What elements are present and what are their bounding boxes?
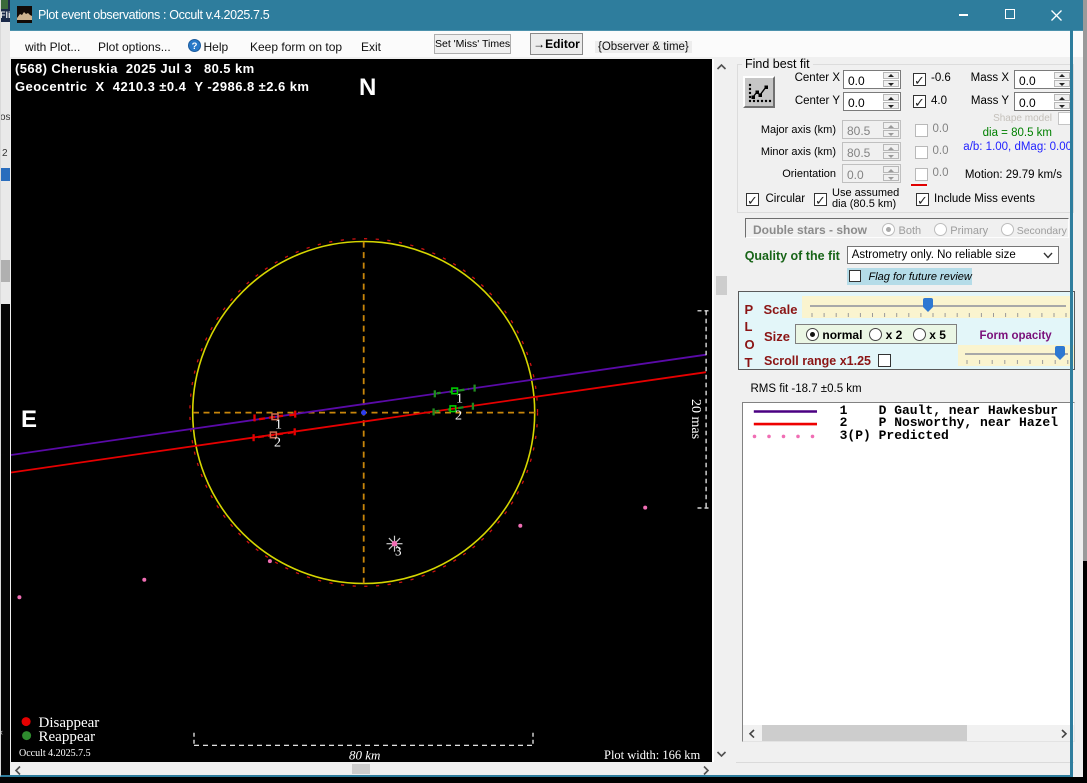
svg-text:E: E xyxy=(21,406,37,433)
svg-text:2: 2 xyxy=(274,436,281,451)
svg-text:1: 1 xyxy=(275,418,282,433)
svg-text:Geocentric X 4210.3 ±0.4 Y: Geocentric X 4210.3 ±0.4 Y -2986.8 ±2.6 … xyxy=(15,79,309,94)
svg-text:80 km: 80 km xyxy=(349,748,380,763)
svg-text:Reappear: Reappear xyxy=(39,729,96,745)
svg-text:?: ? xyxy=(191,41,197,52)
svg-text:(568) Cheruskia 2025 Jul 3: (568) Cheruskia 2025 Jul 3 80.5 km xyxy=(15,61,255,76)
svg-text:2: 2 xyxy=(455,409,462,424)
svg-text:1: 1 xyxy=(456,392,463,407)
svg-text:20 mas: 20 mas xyxy=(688,399,703,439)
svg-text:3: 3 xyxy=(395,544,402,559)
svg-text:Plot width: 166 km: Plot width: 166 km xyxy=(604,748,700,762)
svg-text:Occult 4.2025.7.5: Occult 4.2025.7.5 xyxy=(19,748,91,759)
svg-text:N: N xyxy=(359,74,376,101)
